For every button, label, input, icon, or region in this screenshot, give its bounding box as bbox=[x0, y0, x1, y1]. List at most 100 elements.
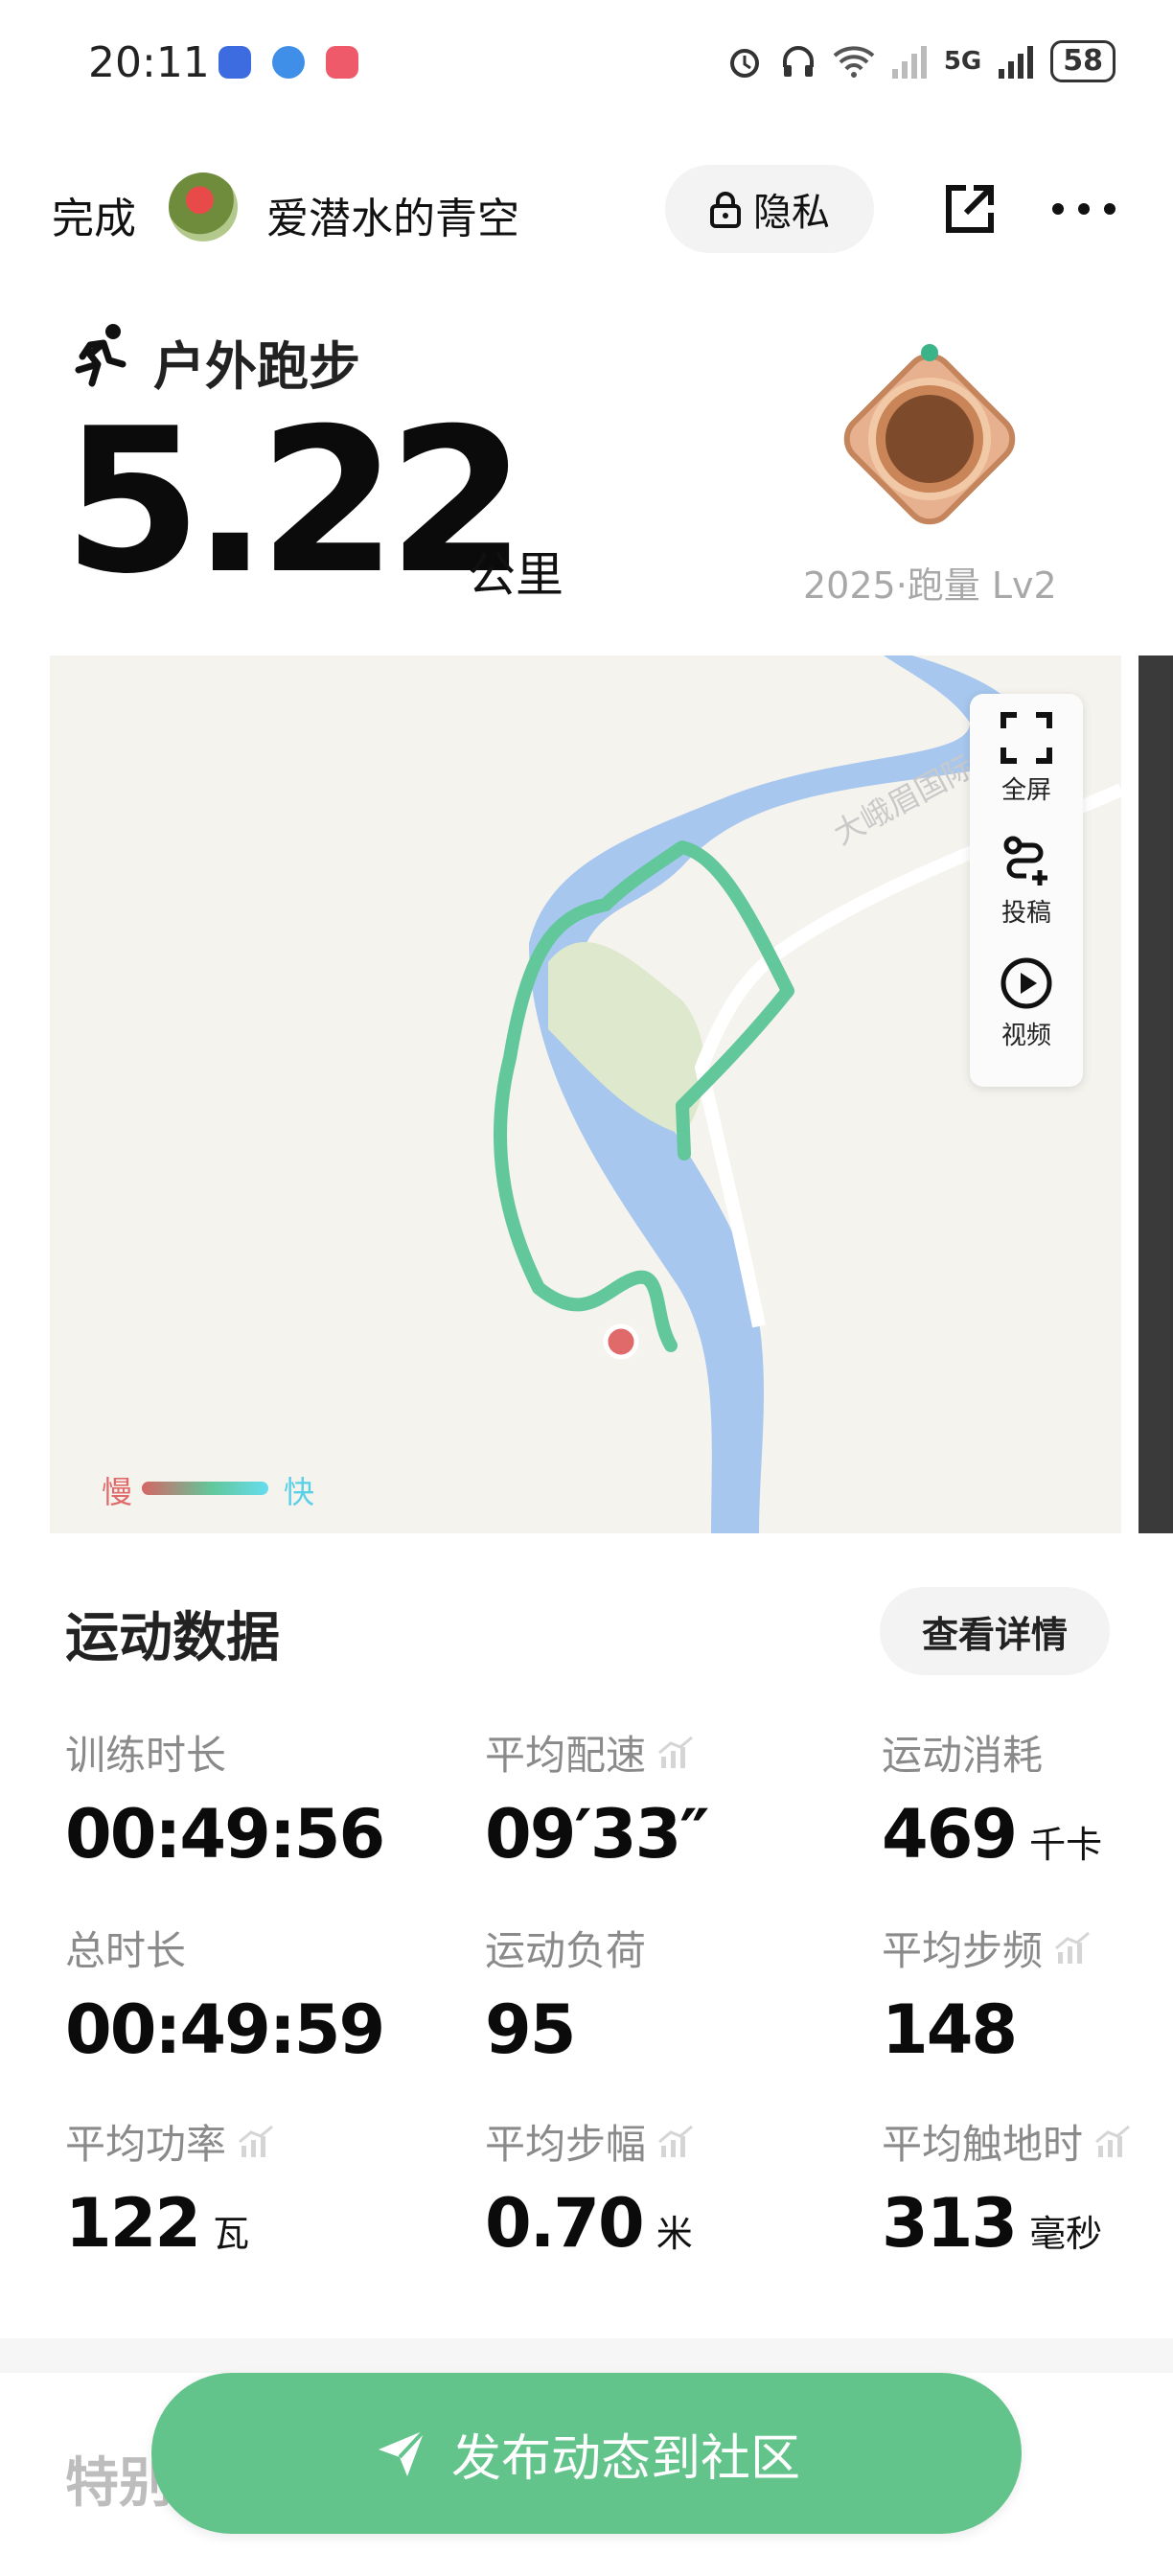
route-map[interactable]: 大峨眉国际 bbox=[50, 656, 1121, 1533]
stat-label: 总时长 bbox=[65, 1919, 383, 1977]
stat-unit: 米 bbox=[656, 2213, 693, 2255]
stat-label: 平均步幅 bbox=[485, 2112, 696, 2171]
distance-unit: 公里 bbox=[468, 547, 564, 603]
stat-label: 平均步频 bbox=[882, 1919, 1092, 1977]
submit-label: 投稿 bbox=[1000, 899, 1051, 928]
baidu-app-icon bbox=[218, 46, 251, 79]
stat-label: 训练时长 bbox=[65, 1723, 383, 1782]
stat-label: 平均配速 bbox=[485, 1723, 708, 1782]
route-add-icon bbox=[1003, 836, 1047, 886]
done-button[interactable]: 完成 bbox=[52, 184, 136, 245]
lock-icon bbox=[710, 192, 741, 228]
username[interactable]: 爱潜水的青空 bbox=[266, 184, 519, 245]
stat-value: 0.70 米 bbox=[485, 2184, 696, 2263]
video-label: 视频 bbox=[1000, 1022, 1051, 1050]
stat-unit: 毫秒 bbox=[1029, 2213, 1103, 2255]
stat-value: 00:49:56 bbox=[65, 1795, 385, 1874]
stat-label: 平均触地时 bbox=[882, 2112, 1133, 2171]
stat-value-text: 09′33″ bbox=[485, 1795, 710, 1874]
stat-value: 122 瓦 bbox=[65, 2184, 276, 2263]
network-type: 5G bbox=[943, 47, 982, 76]
stat-item: 训练时长 00:49:56 bbox=[65, 1723, 385, 1874]
next-photo-preview[interactable] bbox=[1138, 656, 1173, 1533]
stat-value-text: 148 bbox=[882, 1990, 1018, 2069]
stat-item: 平均步频 148 bbox=[882, 1919, 1092, 2069]
more-icon[interactable] bbox=[1052, 203, 1116, 217]
trend-chart-icon[interactable] bbox=[656, 1736, 696, 1770]
stat-item: 平均配速 09′33″ bbox=[485, 1723, 710, 1874]
stat-label: 运动消耗 bbox=[882, 1723, 1102, 1782]
stat-label-text: 平均功率 bbox=[65, 2121, 227, 2168]
stat-value: 09′33″ bbox=[485, 1795, 710, 1874]
stat-value: 313 毫秒 bbox=[882, 2184, 1133, 2263]
battery-indicator: 58 bbox=[1050, 40, 1116, 82]
stat-label-text: 训练时长 bbox=[65, 1732, 227, 1779]
browser-app-icon bbox=[272, 46, 305, 79]
section-divider bbox=[0, 2338, 1173, 2373]
trend-chart-icon[interactable] bbox=[236, 2125, 276, 2159]
status-app-icons bbox=[218, 46, 358, 79]
stat-value: 00:49:59 bbox=[65, 1990, 385, 2069]
headphone-icon bbox=[782, 46, 814, 77]
share-icon[interactable] bbox=[941, 180, 999, 238]
trend-chart-icon[interactable] bbox=[1052, 1931, 1092, 1966]
stat-label-text: 平均配速 bbox=[485, 1732, 647, 1779]
stat-value-text: 95 bbox=[485, 1990, 576, 2069]
fullscreen-icon bbox=[1000, 712, 1052, 764]
running-icon bbox=[75, 324, 126, 387]
stat-item: 平均触地时 313 毫秒 bbox=[882, 2112, 1133, 2263]
stat-item: 运动负荷 95 bbox=[485, 1919, 646, 2069]
stat-value: 469 千卡 bbox=[882, 1795, 1102, 1874]
avatar[interactable] bbox=[169, 172, 238, 242]
alarm-icon bbox=[729, 49, 759, 78]
stat-value-text: 0.70 bbox=[485, 2184, 645, 2263]
status-time: 20:11 bbox=[88, 38, 210, 87]
music-app-icon bbox=[326, 46, 358, 79]
pace-legend-bar bbox=[142, 1482, 268, 1495]
stat-value-text: 00:49:59 bbox=[65, 1990, 385, 2069]
stat-value-text: 469 bbox=[882, 1795, 1018, 1874]
trend-chart-icon[interactable] bbox=[656, 2125, 696, 2159]
stat-label-text: 总时长 bbox=[65, 1927, 187, 1974]
legend-fast: 快 bbox=[284, 1474, 315, 1510]
stat-label-text: 平均步幅 bbox=[485, 2121, 647, 2168]
medal-badge[interactable] bbox=[826, 335, 1033, 542]
distance-value: 5.22 bbox=[63, 386, 526, 618]
play-icon bbox=[1000, 957, 1052, 1009]
signal-icon bbox=[891, 46, 927, 79]
fullscreen-label: 全屏 bbox=[1000, 776, 1051, 805]
stat-item: 总时长 00:49:59 bbox=[65, 1919, 385, 2069]
stat-item: 运动消耗 469 千卡 bbox=[882, 1723, 1102, 1874]
stat-item: 平均步幅 0.70 米 bbox=[485, 2112, 696, 2263]
stat-value-text: 313 bbox=[882, 2184, 1018, 2263]
publish-label: 发布动态到社区 bbox=[450, 2429, 800, 2488]
privacy-label: 隐私 bbox=[753, 191, 830, 235]
legend-slow: 慢 bbox=[102, 1474, 133, 1510]
view-details-button[interactable]: 查看详情 bbox=[880, 1587, 1110, 1675]
stat-value: 148 bbox=[882, 1990, 1092, 2069]
stat-label: 运动负荷 bbox=[485, 1919, 646, 1977]
stat-value-text: 122 bbox=[65, 2184, 201, 2263]
video-tool[interactable]: 视频 bbox=[970, 956, 1083, 1051]
stat-label: 平均功率 bbox=[65, 2112, 276, 2171]
submit-route-tool[interactable]: 投稿 bbox=[970, 834, 1083, 929]
stat-label-text: 平均触地时 bbox=[882, 2121, 1084, 2168]
fullscreen-tool[interactable]: 全屏 bbox=[970, 711, 1083, 806]
status-indicators: 5G 58 bbox=[725, 40, 1116, 82]
stat-value-text: 00:49:56 bbox=[65, 1795, 385, 1874]
send-icon bbox=[378, 2428, 426, 2476]
medal-caption: 2025·跑量 Lv2 bbox=[803, 564, 1057, 607]
publish-to-community-button[interactable]: 发布动态到社区 bbox=[151, 2373, 1022, 2534]
privacy-button[interactable]: 隐私 bbox=[665, 165, 874, 253]
stat-unit: 瓦 bbox=[213, 2213, 250, 2255]
stat-unit: 千卡 bbox=[1029, 1824, 1103, 1866]
stat-label-text: 运动消耗 bbox=[882, 1732, 1044, 1779]
map-toolbar: 全屏 投稿 视频 bbox=[970, 694, 1083, 1087]
stat-value: 95 bbox=[485, 1990, 646, 2069]
signal-5g-icon bbox=[999, 46, 1034, 79]
trend-chart-icon[interactable] bbox=[1092, 2125, 1133, 2159]
stat-item: 平均功率 122 瓦 bbox=[65, 2112, 276, 2263]
stats-title: 运动数据 bbox=[65, 1607, 280, 1669]
wifi-icon bbox=[833, 46, 875, 78]
stat-label-text: 运动负荷 bbox=[485, 1927, 647, 1974]
